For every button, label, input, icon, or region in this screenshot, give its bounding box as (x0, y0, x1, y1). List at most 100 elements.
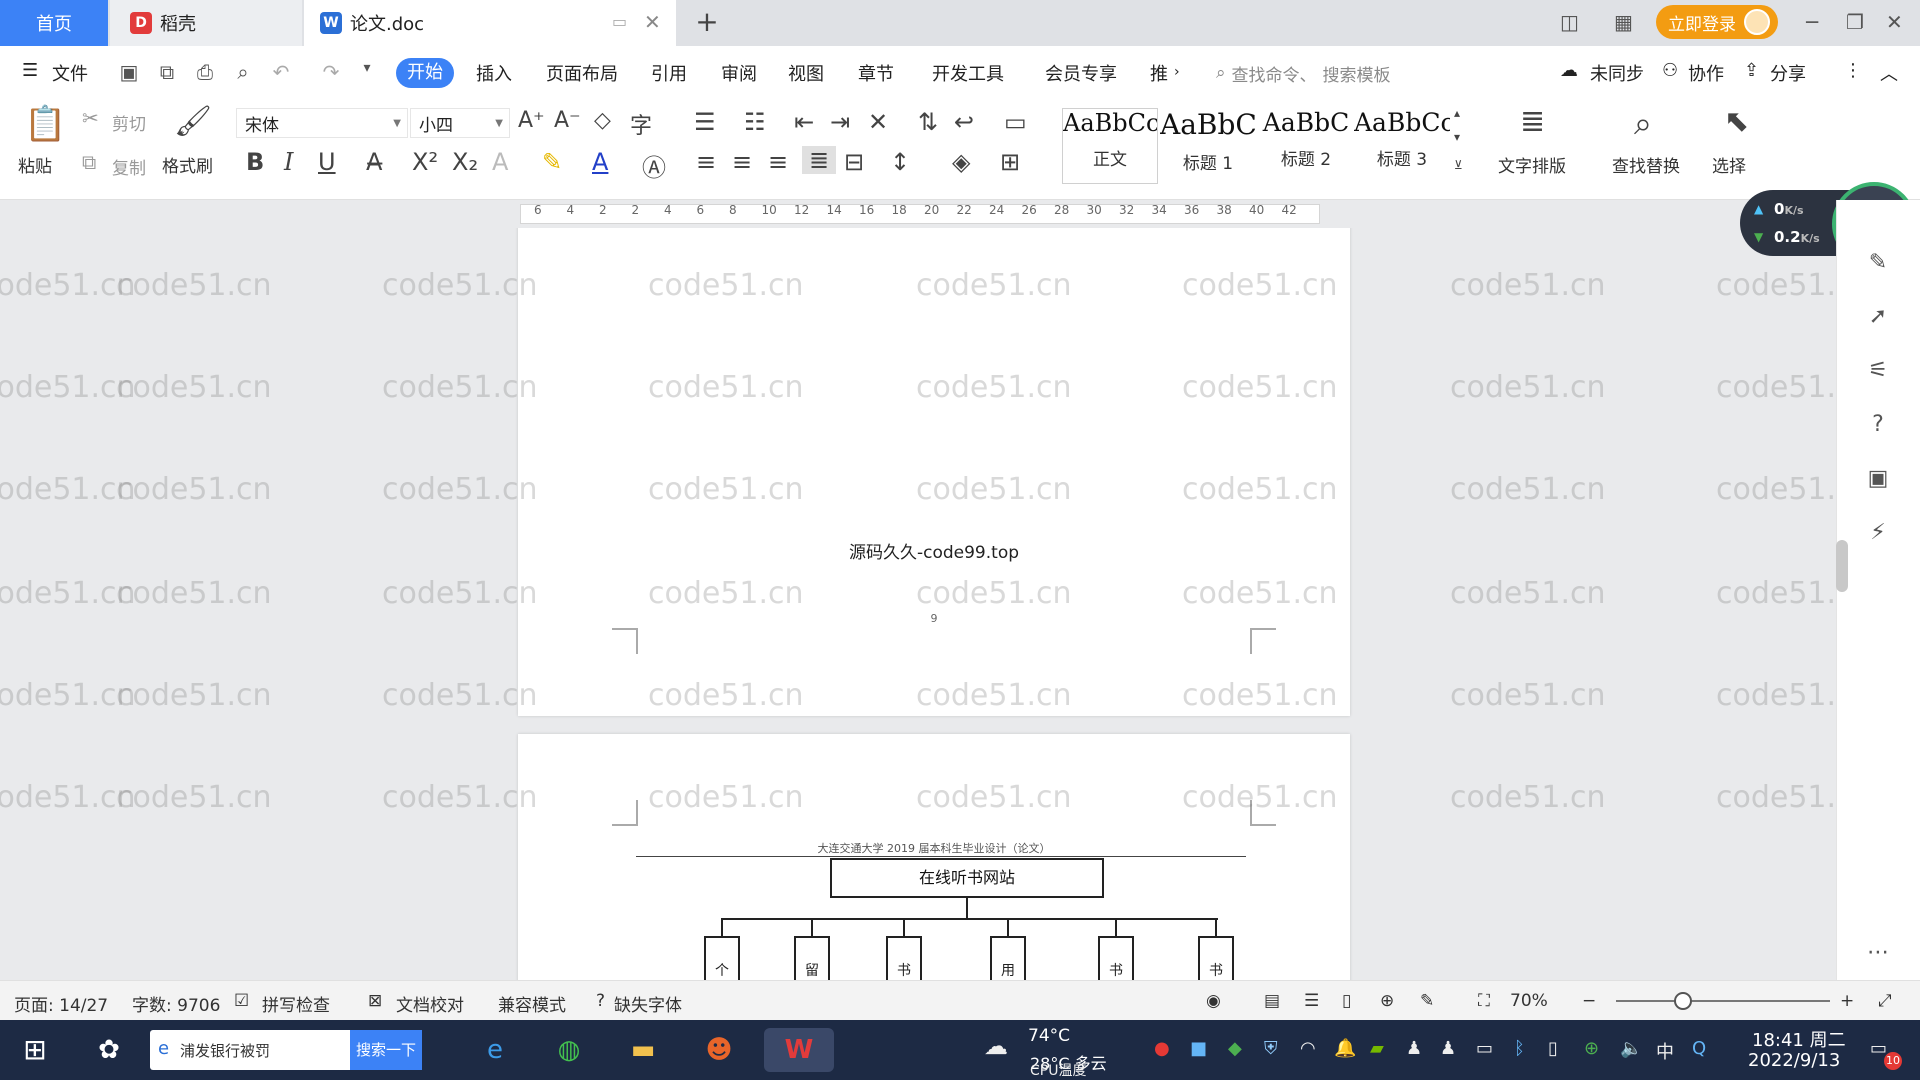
layout-toggle-icon[interactable]: ◫ (1560, 10, 1579, 34)
new-tab-button[interactable]: + (692, 8, 722, 38)
app-launcher-icon[interactable]: ✿ (86, 1028, 132, 1072)
ie-browser-icon[interactable]: e (472, 1028, 518, 1072)
fullscreen-icon[interactable]: ⤢ (1878, 991, 1892, 1011)
page-view-icon[interactable]: ▤ (1264, 991, 1280, 1011)
collab-button[interactable]: 协作 (1688, 60, 1724, 86)
close-window-icon[interactable]: ✕ (1886, 10, 1903, 34)
file-explorer-icon[interactable]: ▬ (620, 1028, 666, 1072)
qq-icon[interactable]: ♟ (1440, 1038, 1456, 1059)
decrease-indent-icon[interactable]: ⇤ (794, 108, 814, 136)
tray-app-icon[interactable]: ■ (1190, 1038, 1207, 1059)
tab-page-layout[interactable]: 页面布局 (546, 60, 618, 86)
print-icon[interactable]: ⎙ (192, 60, 218, 86)
superscript-icon[interactable]: X² (412, 148, 438, 176)
more-tools-icon[interactable]: ⋯ (1863, 940, 1893, 970)
underline-icon[interactable]: U (318, 148, 336, 176)
adjust-sliders-icon[interactable]: ⚟ (1863, 358, 1893, 388)
style-heading-3[interactable]: AaBbCc 标题 3 (1354, 108, 1450, 184)
tab-developer[interactable]: 开发工具 (932, 60, 1004, 86)
zoom-slider[interactable] (1616, 1000, 1830, 1002)
minimize-icon[interactable]: ─ (1806, 10, 1818, 34)
read-view-icon[interactable]: ▯ (1342, 991, 1351, 1011)
command-search[interactable]: ⌕ 查找命令、 搜索模板 (1216, 58, 1436, 88)
vertical-scrollbar[interactable] (1836, 540, 1848, 592)
export-pdf-icon[interactable]: ⧉ (154, 60, 180, 86)
outline-view-icon[interactable]: ☰ (1304, 991, 1319, 1011)
align-right-icon[interactable]: ≡ (768, 148, 788, 176)
format-painter-button[interactable]: 格式刷 (162, 152, 213, 177)
collab-icon[interactable]: ⚇ (1662, 60, 1678, 81)
input-method-indicator[interactable]: 中 (1656, 1038, 1674, 1064)
menu-file[interactable]: 文件 (52, 60, 88, 86)
more-options-icon[interactable]: ⋮ (1844, 60, 1862, 81)
usb-icon[interactable]: ▯ (1548, 1038, 1558, 1059)
tab-insert[interactable]: 插入 (476, 60, 512, 86)
align-left-icon[interactable]: ≡ (696, 148, 716, 176)
cut-button[interactable]: 剪切 (112, 110, 146, 135)
select-button[interactable]: 选择 (1712, 152, 1746, 177)
clock-time[interactable]: 18:41 周二 (1752, 1026, 1846, 1052)
zoom-in-icon[interactable]: + (1840, 991, 1854, 1011)
write-mode-icon[interactable]: ✎ (1420, 991, 1434, 1011)
tab-references[interactable]: 引用 (651, 60, 687, 86)
style-normal[interactable]: AaBbCcI 正文 (1062, 108, 1158, 184)
chinese-layout-icon[interactable]: ✕ (868, 108, 888, 136)
subscript-icon[interactable]: X₂ (452, 148, 478, 176)
windows-start-icon[interactable]: ⊞ (12, 1028, 58, 1072)
page-indicator[interactable]: 页面: 14/27 (14, 991, 108, 1016)
search-tray-icon[interactable]: Q (1692, 1038, 1706, 1059)
style-heading-2[interactable]: AaBbC 标题 2 (1258, 108, 1354, 184)
zoom-out-icon[interactable]: − (1582, 991, 1596, 1011)
save-icon[interactable]: ▣ (116, 60, 142, 86)
style-scroll-up-icon[interactable]: ▴ (1454, 106, 1460, 120)
tab-recommend[interactable]: 推 (1150, 60, 1168, 86)
restore-icon[interactable]: ❐ (1846, 10, 1864, 34)
borders-icon[interactable]: ⊞ (1000, 148, 1020, 176)
share-icon[interactable]: ⇪ (1744, 60, 1759, 81)
text-effect-icon[interactable]: A (492, 148, 508, 176)
help-icon[interactable]: ? (1863, 412, 1893, 442)
style-scroll-down-icon[interactable]: ▾ (1454, 130, 1460, 144)
paste-button[interactable]: 粘贴 (18, 152, 52, 177)
tab-daoke[interactable]: D 稻壳 (110, 0, 302, 46)
qq-icon[interactable]: ♟ (1406, 1038, 1422, 1059)
proofread-button[interactable]: 文档校对 (396, 991, 464, 1016)
strikethrough-icon[interactable]: A̶ (366, 148, 382, 176)
char-border-icon[interactable]: Ⓐ (642, 148, 666, 183)
format-painter-icon[interactable]: 🖌 (174, 104, 212, 139)
notification-bell-icon[interactable]: 🔔 (1334, 1038, 1356, 1059)
justify-icon[interactable]: ≣ (802, 146, 836, 174)
clock-date[interactable]: 2022/9/13 (1748, 1050, 1840, 1071)
apps-grid-icon[interactable]: ▦ (1614, 10, 1633, 34)
taskbar-search[interactable]: e 浦发银行被罚 搜索一下 (150, 1030, 422, 1070)
highlight-icon[interactable]: ✎ (542, 148, 562, 176)
eye-protect-icon[interactable]: ◉ (1206, 991, 1221, 1011)
copy-button[interactable]: 复制 (112, 154, 146, 179)
hamburger-icon[interactable]: ☰ (22, 60, 38, 81)
text-layout-icon[interactable]: ≣ (1520, 104, 1545, 139)
distribute-icon[interactable]: ⊟ (844, 148, 864, 176)
shield-icon[interactable]: ⛨ (1264, 1038, 1278, 1059)
phonetic-guide-icon[interactable]: 字 (630, 108, 652, 140)
tab-stops-icon[interactable]: ▭ (1004, 108, 1027, 136)
spell-check-button[interactable]: 拼写检查 (262, 991, 330, 1016)
grow-font-icon[interactable]: A⁺ (518, 108, 545, 133)
wps-taskbar-icon[interactable]: W (764, 1028, 834, 1072)
zoom-slider-handle[interactable] (1674, 992, 1692, 1010)
style-heading-1[interactable]: AaBbC 标题 1 (1160, 108, 1256, 184)
wifi-icon[interactable]: ◠ (1300, 1038, 1316, 1059)
tab-review[interactable]: 审阅 (721, 60, 757, 86)
undo-icon[interactable]: ↶ (268, 60, 294, 86)
font-size-select[interactable]: 小四 ▼ (410, 108, 510, 138)
volume-icon[interactable]: 🔈 (1620, 1038, 1642, 1059)
collapse-ribbon-icon[interactable]: ︿ (1880, 60, 1898, 86)
cloud-sync-icon[interactable]: ☁ (1560, 60, 1578, 81)
cut-icon[interactable]: ✂ (82, 106, 99, 130)
tray-app-icon[interactable]: ● (1154, 1038, 1170, 1059)
tray-app-icon[interactable]: ◆ (1228, 1038, 1242, 1059)
tab-start[interactable]: 开始 (396, 58, 454, 88)
style-more-icon[interactable]: ⊻ (1454, 158, 1463, 172)
italic-icon[interactable]: I (284, 148, 293, 176)
tab-view[interactable]: 视图 (788, 60, 824, 86)
tab-chapter[interactable]: 章节 (858, 60, 894, 86)
